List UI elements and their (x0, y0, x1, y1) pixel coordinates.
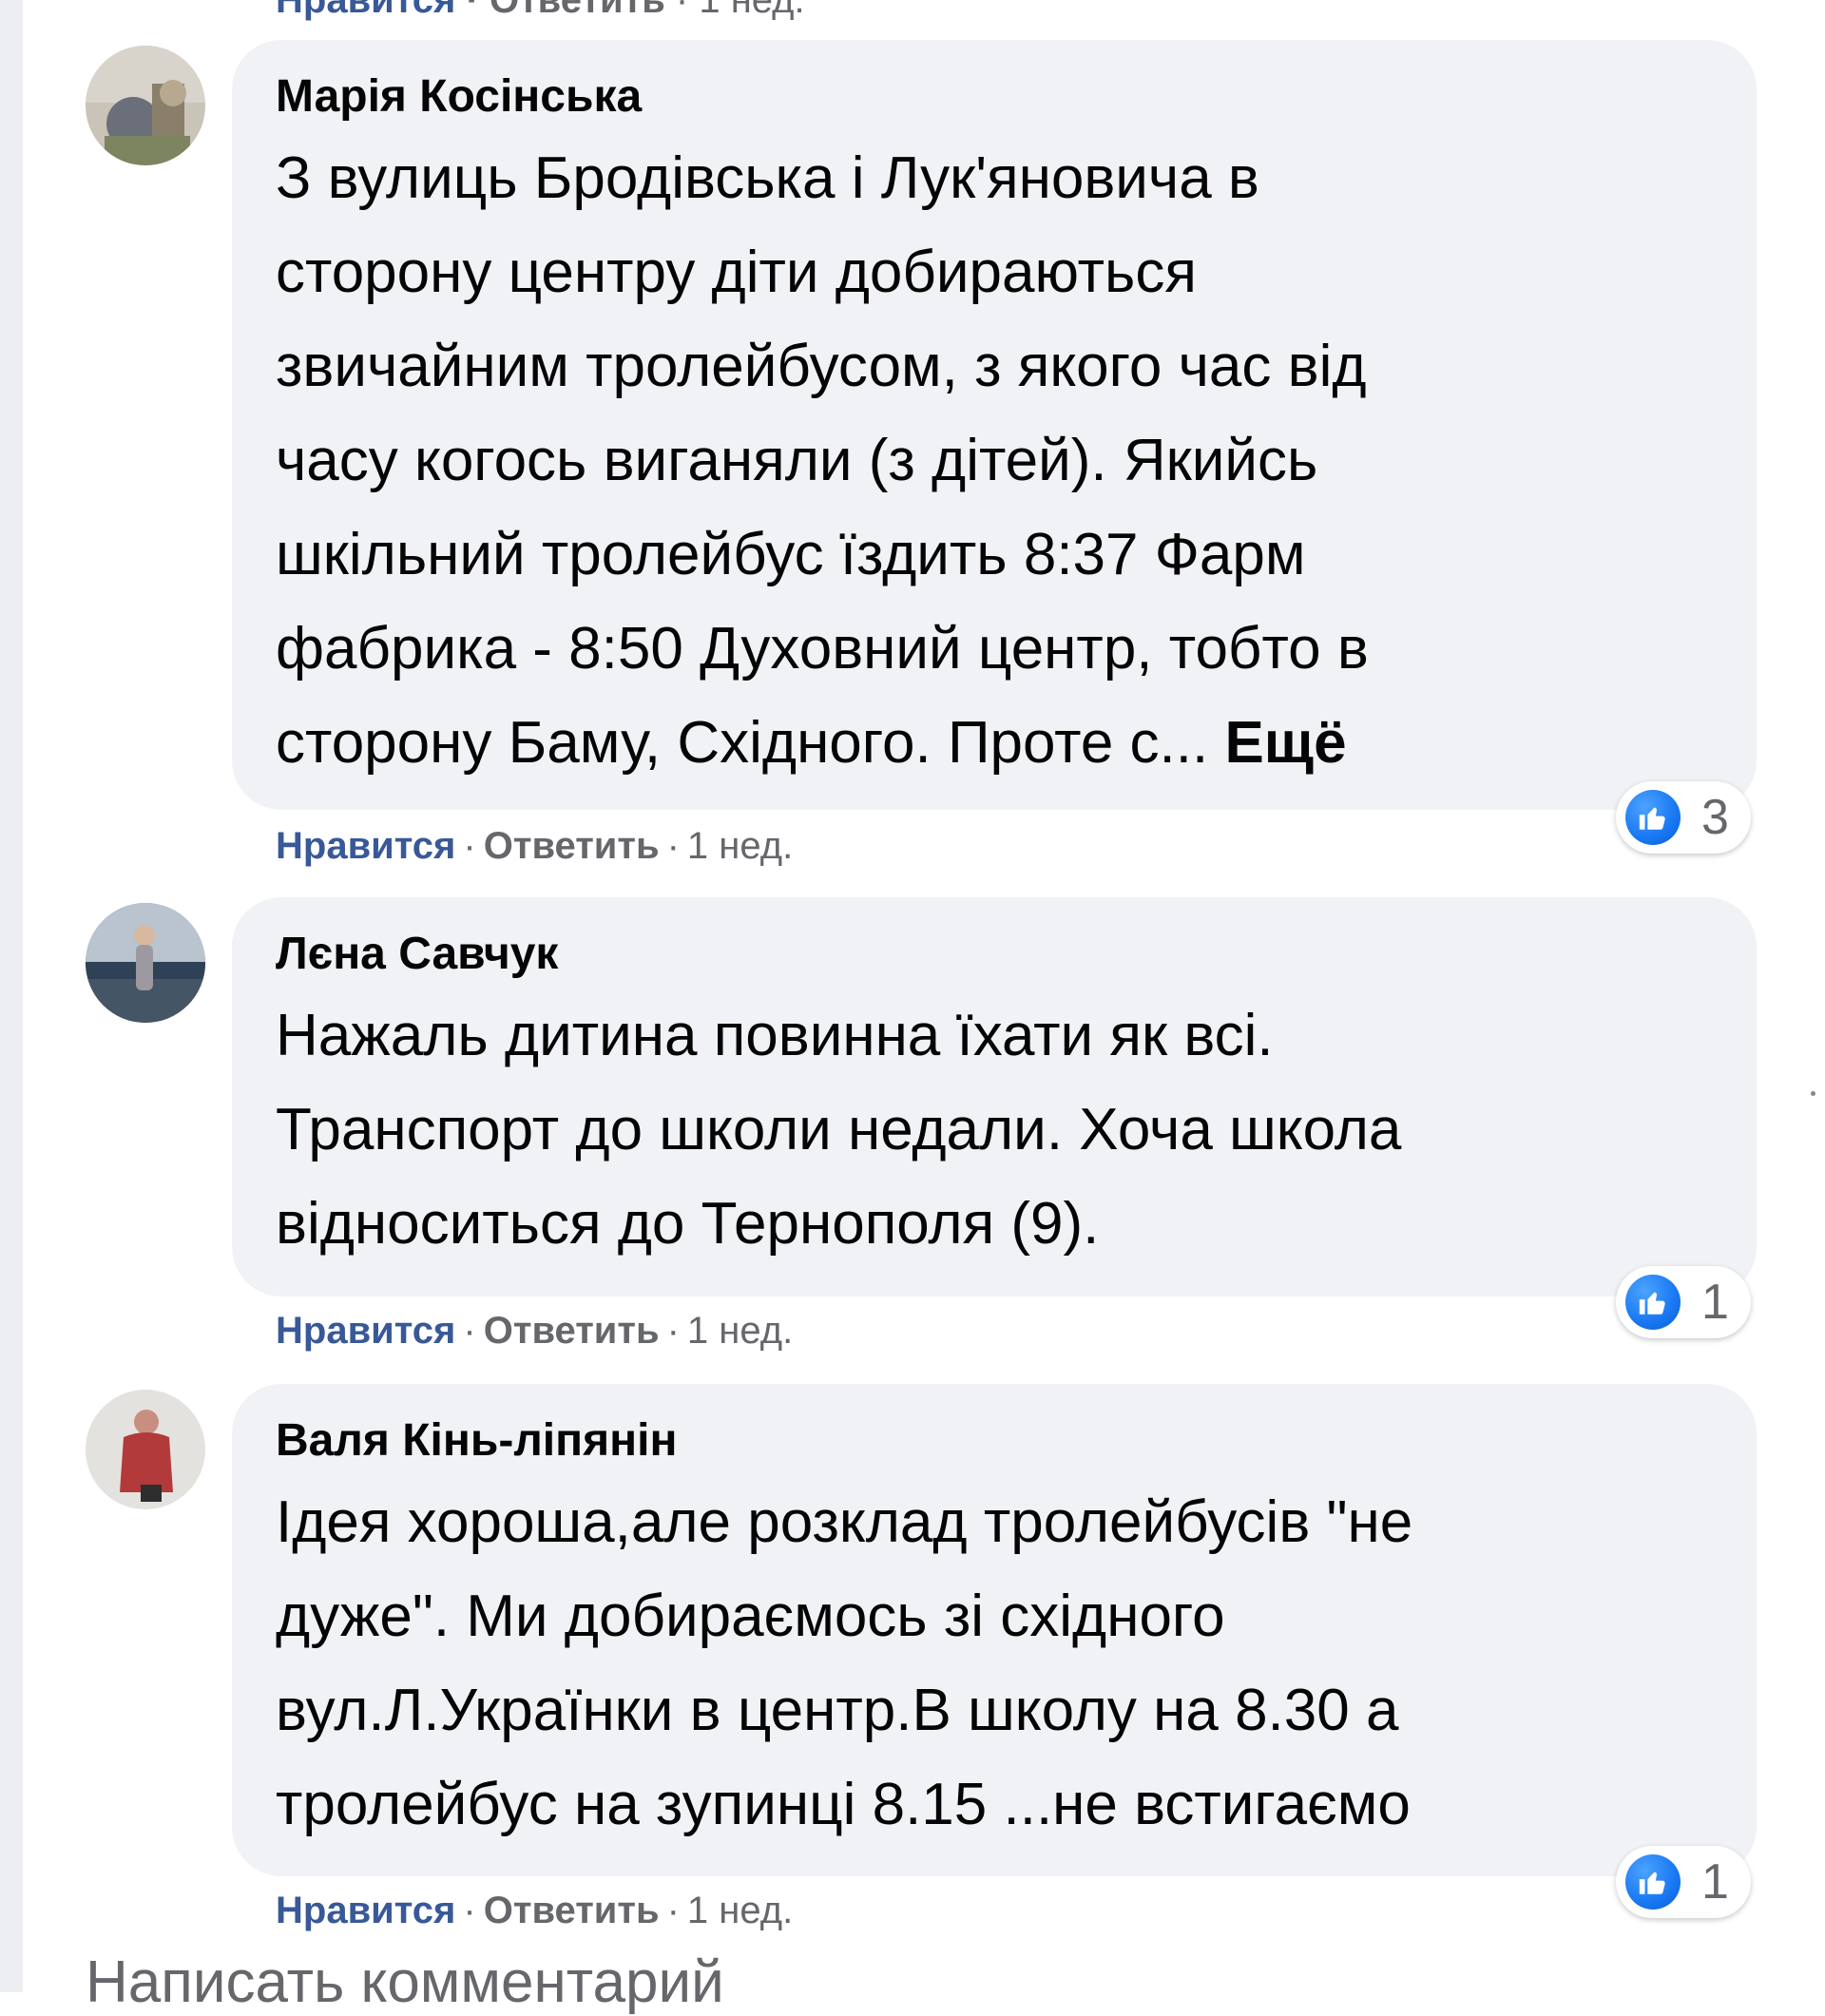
reply-link[interactable]: Ответить (484, 1890, 660, 1931)
comment-author[interactable]: Лєна Савчук (276, 924, 1715, 985)
left-border (0, 0, 23, 1992)
like-thumb-icon (1625, 790, 1681, 845)
scroll-indicator (1811, 1091, 1815, 1096)
comment-text: Ідея хороша,але розклад тролейбусів "не … (276, 1489, 1413, 1837)
comment-time[interactable]: 1 нед. (699, 0, 804, 21)
reply-link[interactable]: Ответить (484, 1310, 660, 1352)
like-thumb-icon (1625, 1275, 1681, 1330)
comment-text: З вулиць Бродівська і Лук'яновича в стор… (276, 145, 1369, 776)
comment-author[interactable]: Валя Кінь-ліпянін (276, 1411, 1715, 1471)
comment-actions: Нравится · Ответить · 1 нед. (276, 825, 794, 867)
avatar[interactable] (86, 903, 205, 1023)
like-link[interactable]: Нравится (276, 1310, 455, 1352)
comment-time[interactable]: 1 нед. (687, 1890, 793, 1931)
reaction-number: 1 (1701, 1854, 1729, 1910)
comment-text: Нажаль дитина повинна їхати як всі. Тран… (276, 1003, 1402, 1257)
comment-bubble: Марія Косінська З вулиць Бродівська і Лу… (232, 40, 1757, 810)
comment-time[interactable]: 1 нед. (687, 825, 793, 867)
comment-author[interactable]: Марія Косінська (276, 67, 1715, 127)
reply-link[interactable]: Ответить (484, 825, 660, 867)
write-comment-input[interactable]: Написать комментарий (86, 1949, 724, 2016)
reply-link[interactable]: Ответить (490, 0, 665, 21)
comment-bubble: Лєна Савчук Нажаль дитина повинна їхати … (232, 897, 1757, 1296)
like-link[interactable]: Нравится (276, 1890, 455, 1931)
avatar[interactable] (86, 1390, 205, 1509)
comment-bubble: Валя Кінь-ліпянін Ідея хороша,але розкла… (232, 1384, 1757, 1876)
like-link[interactable]: Нравится (276, 825, 455, 867)
reaction-number: 3 (1701, 790, 1729, 845)
reaction-count[interactable]: 3 (1616, 781, 1751, 854)
like-thumb-icon (1625, 1854, 1681, 1910)
reaction-count[interactable]: 1 (1616, 1846, 1751, 1918)
avatar[interactable] (86, 46, 205, 165)
comment-actions: Нравится · Ответить · 1 нед. (276, 1310, 794, 1352)
comment-actions: Нравится · Ответить · 1 нед. (276, 1890, 794, 1931)
see-more-link[interactable]: Ещё (1224, 710, 1346, 776)
reaction-number: 1 (1701, 1275, 1729, 1330)
previous-comment-actions: Нравится · Ответить · 1 нед. (276, 0, 805, 22)
like-link[interactable]: Нравится (276, 0, 455, 21)
reaction-count[interactable]: 1 (1616, 1266, 1751, 1338)
comment-time[interactable]: 1 нед. (687, 1310, 793, 1352)
